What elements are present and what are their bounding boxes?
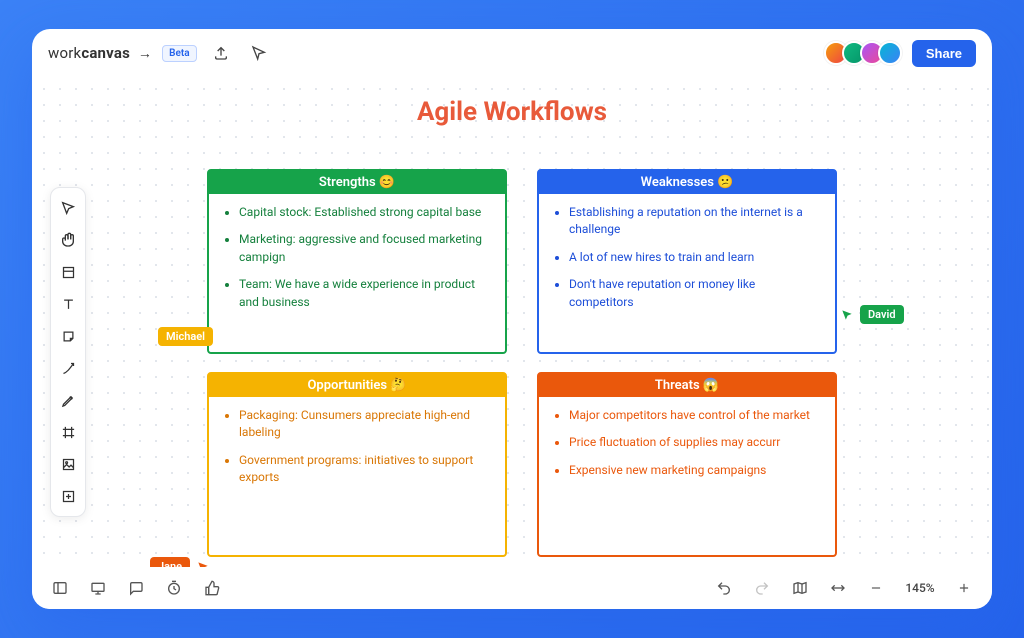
topbar-left: workcanvas → Beta bbox=[48, 39, 273, 67]
card-header: Opportunities 🤔 bbox=[209, 374, 505, 397]
list-item: Expensive new marketing campaigns bbox=[569, 462, 821, 479]
list-item: Capital stock: Established strong capita… bbox=[239, 204, 491, 221]
list-item: A lot of new hires to train and learn bbox=[569, 249, 821, 266]
list-item: Packaging: Cunsumers appreciate high-end… bbox=[239, 407, 491, 442]
minimap-icon[interactable] bbox=[788, 576, 812, 600]
panel-toggle-icon[interactable] bbox=[48, 576, 72, 600]
list-item: Don't have reputation or money like comp… bbox=[569, 276, 821, 311]
shape-tool-icon[interactable] bbox=[54, 258, 82, 286]
swot-opportunities-card[interactable]: Opportunities 🤔 Packaging: Cunsumers app… bbox=[207, 372, 507, 557]
avatar-stack[interactable] bbox=[830, 41, 902, 65]
left-toolbar bbox=[50, 187, 86, 517]
zoom-in-icon[interactable] bbox=[952, 576, 976, 600]
text-tool-icon[interactable] bbox=[54, 290, 82, 318]
zoom-out-icon[interactable] bbox=[864, 576, 888, 600]
swot-strengths-card[interactable]: Strengths 😊 Capital stock: Established s… bbox=[207, 169, 507, 354]
list-item: Team: We have a wide experience in produ… bbox=[239, 276, 491, 311]
list-item: Marketing: aggressive and focused market… bbox=[239, 231, 491, 266]
card-header: Threats 😱 bbox=[539, 374, 835, 397]
topbar: workcanvas → Beta Share bbox=[32, 29, 992, 77]
cursor-david: David bbox=[840, 305, 904, 324]
comments-icon[interactable] bbox=[124, 576, 148, 600]
cursor-label: David bbox=[860, 305, 904, 324]
list-item: Price fluctuation of supplies may accurr bbox=[569, 434, 821, 451]
cursor-michael: Michael bbox=[158, 327, 213, 346]
upload-icon[interactable] bbox=[207, 39, 235, 67]
sticky-note-tool-icon[interactable] bbox=[54, 322, 82, 350]
pointer-tool-icon[interactable] bbox=[54, 194, 82, 222]
cursor-pointer-icon bbox=[840, 308, 854, 322]
canvas[interactable]: Agile Workflows Strengths 😊 Capital stoc… bbox=[32, 77, 992, 567]
bottombar-right: 145% bbox=[712, 576, 976, 600]
select-tool-icon[interactable] bbox=[245, 39, 273, 67]
card-body: Capital stock: Established strong capita… bbox=[209, 194, 505, 352]
logo-arrow-icon: → bbox=[138, 46, 152, 62]
logo-light: work bbox=[48, 44, 81, 62]
page-title: Agile Workflows bbox=[32, 97, 992, 127]
share-button[interactable]: Share bbox=[912, 40, 976, 67]
zoom-level[interactable]: 145% bbox=[902, 581, 938, 595]
card-body: Packaging: Cunsumers appreciate high-end… bbox=[209, 397, 505, 555]
list-item: Major competitors have control of the ma… bbox=[569, 407, 821, 424]
present-icon[interactable] bbox=[86, 576, 110, 600]
logo: workcanvas → bbox=[48, 44, 152, 62]
frame-tool-icon[interactable] bbox=[54, 418, 82, 446]
bottombar: 145% bbox=[32, 567, 992, 609]
fit-width-icon[interactable] bbox=[826, 576, 850, 600]
card-body: Establishing a reputation on the interne… bbox=[539, 194, 835, 352]
card-header: Strengths 😊 bbox=[209, 171, 505, 194]
bottombar-left bbox=[48, 576, 224, 600]
hand-tool-icon[interactable] bbox=[54, 226, 82, 254]
app-window: workcanvas → Beta Share Agile Workflows bbox=[32, 29, 992, 609]
timer-icon[interactable] bbox=[162, 576, 186, 600]
connector-tool-icon[interactable] bbox=[54, 354, 82, 382]
redo-icon[interactable] bbox=[750, 576, 774, 600]
swot-grid: Strengths 😊 Capital stock: Established s… bbox=[207, 169, 837, 557]
avatar[interactable] bbox=[878, 41, 902, 65]
image-tool-icon[interactable] bbox=[54, 450, 82, 478]
logo-bold: canvas bbox=[81, 44, 130, 62]
topbar-right: Share bbox=[830, 40, 976, 67]
add-tool-icon[interactable] bbox=[54, 482, 82, 510]
card-header: Weaknesses 😕 bbox=[539, 171, 835, 194]
list-item: Establishing a reputation on the interne… bbox=[569, 204, 821, 239]
thumbs-up-icon[interactable] bbox=[200, 576, 224, 600]
list-item: Government programs: initiatives to supp… bbox=[239, 452, 491, 487]
swot-threats-card[interactable]: Threats 😱 Major competitors have control… bbox=[537, 372, 837, 557]
cursor-label: Michael bbox=[158, 327, 213, 346]
card-body: Major competitors have control of the ma… bbox=[539, 397, 835, 555]
pen-tool-icon[interactable] bbox=[54, 386, 82, 414]
swot-weaknesses-card[interactable]: Weaknesses 😕 Establishing a reputation o… bbox=[537, 169, 837, 354]
beta-badge: Beta bbox=[162, 45, 196, 62]
undo-icon[interactable] bbox=[712, 576, 736, 600]
